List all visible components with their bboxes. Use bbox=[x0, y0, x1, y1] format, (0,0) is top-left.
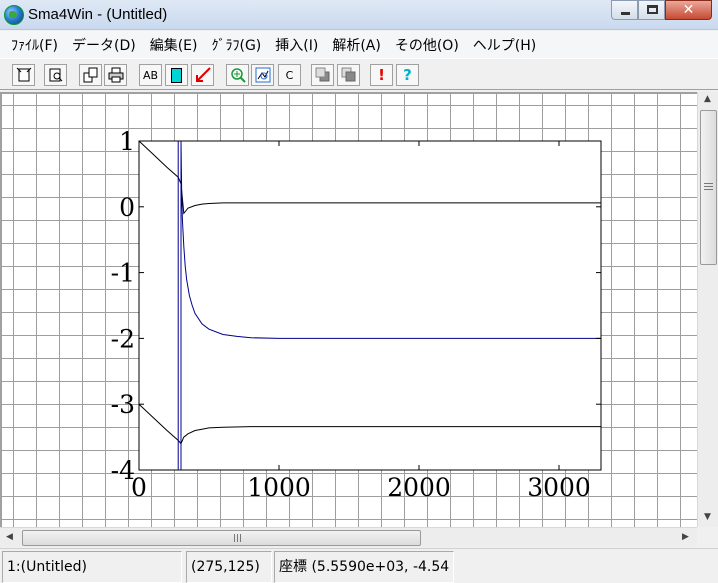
zoom-fit-icon bbox=[255, 67, 270, 83]
clear-button[interactable]: C bbox=[278, 64, 301, 86]
menu-data[interactable]: データ(D) bbox=[65, 35, 143, 55]
clear-icon: C bbox=[285, 68, 294, 82]
copy-button[interactable] bbox=[79, 64, 102, 86]
vertical-scrollbar[interactable]: ▲ ▼ bbox=[697, 92, 718, 527]
menu-file[interactable]: ﾌｧｲﾙ(F) bbox=[4, 35, 65, 55]
y-tick-label: -1 bbox=[111, 259, 135, 288]
status-bar: 1:(Untitled) (275,125) 座標 (5.5590e+03, -… bbox=[0, 548, 718, 583]
x-tick-label: 2000 bbox=[387, 473, 451, 502]
send-back-button[interactable] bbox=[337, 64, 360, 86]
close-icon: ✕ bbox=[682, 2, 695, 18]
scroll-right-icon[interactable]: ▶ bbox=[682, 532, 689, 542]
menu-insert[interactable]: 挿入(I) bbox=[268, 35, 325, 55]
plot-frame bbox=[138, 140, 602, 471]
close-button[interactable]: ✕ bbox=[665, 0, 712, 20]
text-button[interactable]: AB bbox=[139, 64, 162, 86]
menu-analysis[interactable]: 解析(A) bbox=[325, 35, 388, 55]
rect-button[interactable] bbox=[165, 64, 188, 86]
drawing-canvas[interactable]: 0 1000 2000 3000 1 0 -1 -2 -3 -4 bbox=[0, 92, 697, 527]
menu-bar: ﾌｧｲﾙ(F) データ(D) 編集(E) ｸﾞﾗﾌ(G) 挿入(I) 解析(A)… bbox=[0, 31, 718, 58]
x-tick-label: 1000 bbox=[247, 473, 311, 502]
y-tick-label: 0 bbox=[119, 193, 135, 222]
zoom-fit-button[interactable] bbox=[251, 64, 274, 86]
scroll-corner bbox=[697, 527, 718, 547]
grip-icon bbox=[704, 183, 713, 184]
horizontal-scrollbar[interactable]: ◀ ▶ bbox=[0, 527, 697, 547]
copy-icon bbox=[83, 67, 97, 83]
help-icon: ? bbox=[403, 66, 412, 84]
status-document: 1:(Untitled) bbox=[2, 551, 182, 583]
print-icon bbox=[108, 67, 123, 83]
x-tick-label: 3000 bbox=[527, 473, 591, 502]
bring-front-icon bbox=[315, 67, 329, 82]
vertical-scroll-thumb[interactable] bbox=[700, 110, 717, 265]
minimize-icon bbox=[621, 12, 630, 15]
help-button[interactable]: ? bbox=[396, 64, 419, 86]
scroll-down-icon[interactable]: ▼ bbox=[704, 512, 711, 522]
new-doc-icon bbox=[16, 67, 31, 82]
menu-help[interactable]: ヘルプ(H) bbox=[466, 35, 543, 55]
window-title: Sma4Win - (Untitled) bbox=[28, 6, 168, 23]
text-icon: AB bbox=[142, 68, 159, 82]
menu-edit[interactable]: 編集(E) bbox=[143, 35, 205, 55]
status-coords: 座標 (5.5590e+03, -4.54 bbox=[274, 551, 454, 583]
bring-front-button[interactable] bbox=[311, 64, 334, 86]
y-tick-label: 1 bbox=[119, 127, 135, 156]
scroll-left-icon[interactable]: ◀ bbox=[6, 532, 13, 542]
marker-button[interactable]: ! bbox=[370, 64, 393, 86]
horizontal-scroll-thumb[interactable] bbox=[22, 530, 421, 546]
marker-icon: ! bbox=[378, 66, 385, 84]
y-tick-label: -2 bbox=[111, 324, 135, 353]
arrow-line-icon bbox=[195, 67, 211, 82]
zoom-in-button[interactable] bbox=[226, 64, 249, 86]
send-back-icon bbox=[341, 67, 355, 82]
rect-icon bbox=[171, 67, 182, 83]
menu-other[interactable]: その他(O) bbox=[388, 35, 466, 55]
new-doc-button[interactable] bbox=[12, 64, 35, 86]
window-controls: ✕ bbox=[611, 0, 712, 21]
minimize-button[interactable] bbox=[611, 0, 638, 20]
arrow-line-button[interactable] bbox=[191, 64, 214, 86]
maximize-button[interactable] bbox=[638, 0, 665, 20]
y-tick-label: -3 bbox=[111, 390, 135, 419]
preview-icon bbox=[49, 68, 62, 82]
y-tick-label: -4 bbox=[111, 456, 135, 485]
line-chart: 0 1000 2000 300010-1-2-3-4 bbox=[111, 127, 602, 502]
zoom-in-icon bbox=[230, 68, 246, 83]
scroll-up-icon[interactable]: ▲ bbox=[704, 94, 711, 104]
preview-button[interactable] bbox=[44, 64, 67, 86]
status-cursor: (275,125) bbox=[186, 551, 272, 583]
menu-graph[interactable]: ｸﾞﾗﾌ(G) bbox=[204, 35, 268, 55]
print-button[interactable] bbox=[104, 64, 127, 86]
maximize-icon bbox=[647, 5, 658, 14]
toolbar: AB C ! ? bbox=[0, 58, 718, 90]
globe-app-icon bbox=[4, 5, 24, 25]
title-bar: Sma4Win - (Untitled) ✕ bbox=[0, 0, 718, 30]
grip-icon bbox=[234, 534, 235, 542]
